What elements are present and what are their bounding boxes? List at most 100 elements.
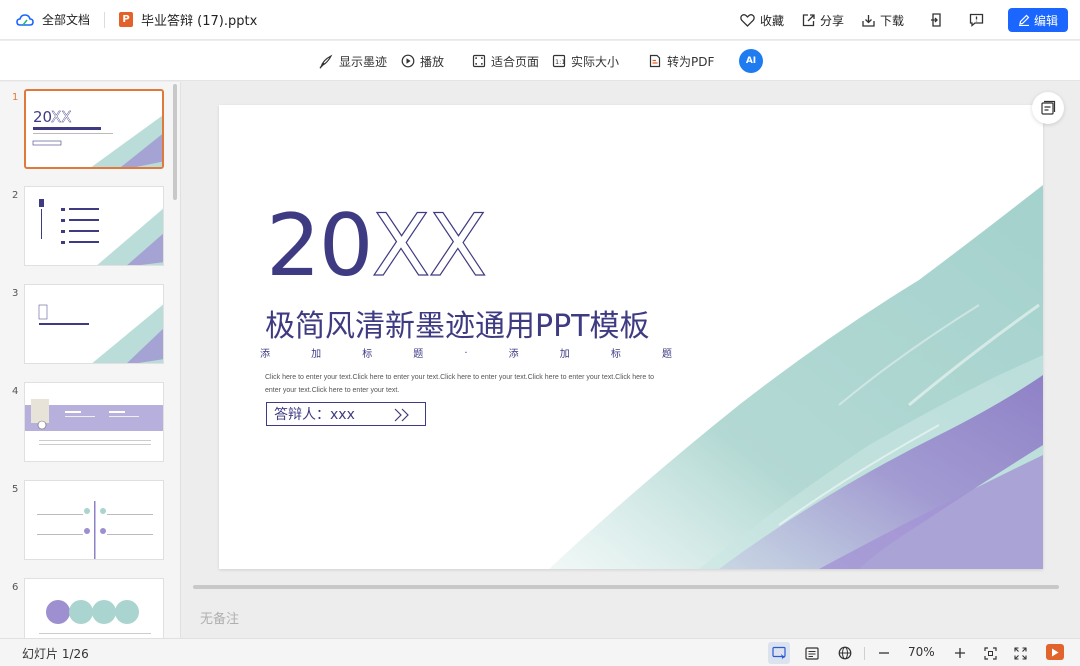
year-outline: XX	[371, 196, 488, 296]
fit-window-icon	[983, 646, 997, 660]
share-button[interactable]: 分享	[802, 12, 844, 29]
notes-toggle-button[interactable]	[1032, 92, 1064, 124]
thumbnail-preview	[39, 199, 163, 265]
globe-icon	[838, 646, 852, 660]
show-ink-label: 显示墨迹	[339, 54, 388, 69]
status-bar: 幻灯片 1/26 70%	[0, 638, 1080, 666]
comment-icon	[969, 13, 984, 27]
web-view-button[interactable]	[834, 642, 856, 664]
actual-size-button[interactable]: 1:1 实际大小	[552, 41, 619, 81]
open-in-app-button[interactable]	[930, 13, 943, 27]
file-name: 毕业答辩 (17).pptx	[141, 14, 258, 29]
fit-page-label: 适合页面	[491, 54, 540, 69]
edit-label: 编辑	[1033, 13, 1058, 28]
thumbnail-preview	[37, 501, 153, 559]
slide-thumbnail[interactable]	[24, 578, 164, 638]
slide-body-text: Click here to enter your text.Click here…	[265, 374, 655, 394]
thumbnail-number: 2	[12, 190, 19, 201]
thumbnail-preview	[25, 399, 163, 445]
favorite-button[interactable]: 收藏	[740, 12, 784, 29]
slide-thumbnail[interactable]	[24, 382, 164, 462]
actual-size-icon: 1:1	[552, 54, 565, 68]
thumbnail-number: 5	[12, 484, 19, 495]
slideshow-play-button[interactable]	[1046, 644, 1064, 660]
notes-panel-icon	[1041, 100, 1056, 115]
slide-subtitle: 添 加 标 题 . 添 加 标 题	[260, 345, 672, 360]
subtitle-char: 添	[260, 349, 270, 360]
zoom-out-button[interactable]	[873, 642, 895, 664]
subtitle-char: 标	[610, 349, 621, 360]
download-button[interactable]: 下载	[862, 12, 904, 29]
fit-page-icon	[472, 54, 486, 68]
svg-text:XX: XX	[51, 108, 72, 126]
thumbnail-number: 6	[12, 582, 19, 593]
slide-year: 20XX	[266, 202, 488, 289]
show-ink-button[interactable]: 显示墨迹	[319, 41, 387, 81]
slide-thumbnail[interactable]	[24, 186, 164, 266]
thumbnail-scrollbar[interactable]	[173, 84, 177, 200]
favorite-label: 收藏	[759, 13, 784, 28]
pdf-icon	[649, 54, 661, 68]
play-label: 播放	[420, 54, 445, 69]
subtitle-char: 加	[559, 349, 570, 360]
actual-size-label: 实际大小	[571, 54, 620, 69]
pencil-icon	[1018, 14, 1030, 26]
slide-thumbnail[interactable]	[24, 480, 164, 560]
play-circle-icon	[401, 54, 415, 68]
top-bar: 全部文档 P 毕业答辩 (17).pptx 收藏 分享 下载 编辑	[0, 0, 1080, 40]
download-icon	[862, 14, 875, 27]
share-icon	[802, 13, 815, 26]
subtitle-char: 加	[311, 349, 322, 360]
plus-icon	[955, 648, 965, 658]
zoom-level[interactable]: 70%	[908, 645, 935, 659]
ai-icon: AI	[745, 56, 757, 66]
to-pdf-label: 转为PDF	[667, 54, 715, 69]
file-title: P 毕业答辩 (17).pptx	[119, 10, 257, 29]
divider	[864, 647, 865, 660]
subtitle-char: 题	[661, 349, 672, 360]
divider	[104, 11, 106, 28]
speaker-notes[interactable]: 无备注	[200, 608, 239, 627]
thumbnail-preview: 20 XX	[32, 108, 162, 167]
convert-to-pdf-button[interactable]: 转为PDF	[648, 41, 714, 81]
outline-view-button[interactable]	[801, 642, 823, 664]
all-documents-link[interactable]: 全部文档	[16, 0, 90, 40]
subtitle-char: 标	[362, 349, 373, 360]
svg-text:20: 20	[33, 108, 52, 126]
subtitle-char: .	[464, 345, 468, 356]
slide-view-icon	[771, 646, 786, 660]
comment-button[interactable]	[969, 13, 984, 27]
normal-view-button[interactable]	[768, 642, 790, 664]
horizontal-scrollbar[interactable]	[193, 585, 1059, 589]
fullscreen-icon	[1013, 646, 1027, 660]
year-solid: 20	[266, 196, 373, 296]
ai-assistant-button[interactable]: AI	[739, 49, 763, 73]
zoom-in-button[interactable]	[949, 642, 971, 664]
fit-window-button[interactable]	[979, 642, 1001, 664]
viewer-toolbar: 显示墨迹 播放 适合页面 1:1 实际大小 转为PDF AI	[0, 41, 1080, 81]
play-icon	[1052, 648, 1059, 656]
slide-thumbnail[interactable]: 20 XX	[24, 89, 164, 169]
presenter-label: 答辩人：xxx	[274, 407, 355, 423]
thumbnail-preview	[38, 304, 163, 363]
slide-thumbnail[interactable]	[24, 284, 164, 364]
all-documents-label: 全部文档	[42, 13, 91, 27]
fullscreen-button[interactable]	[1009, 642, 1031, 664]
edit-button[interactable]: 编辑	[1008, 8, 1068, 32]
heart-icon	[740, 14, 755, 27]
download-label: 下载	[879, 13, 904, 28]
slide-counter: 幻灯片 1/26	[22, 647, 89, 661]
export-file-icon	[931, 13, 941, 27]
minus-icon	[879, 652, 889, 654]
ppt-file-icon: P	[119, 12, 134, 27]
slide-title: 极简风清新墨迹通用PPT模板	[265, 309, 650, 344]
cloud-icon	[16, 13, 34, 26]
thumbnail-number: 4	[12, 386, 19, 397]
fit-page-button[interactable]: 适合页面	[472, 41, 539, 81]
list-view-icon	[805, 646, 819, 660]
subtitle-char: 添	[508, 349, 519, 360]
svg-text:1:1: 1:1	[555, 58, 565, 66]
thumbnail-number: 1	[12, 92, 19, 103]
double-chevron-right-icon	[394, 408, 409, 422]
play-button[interactable]: 播放	[401, 41, 444, 81]
